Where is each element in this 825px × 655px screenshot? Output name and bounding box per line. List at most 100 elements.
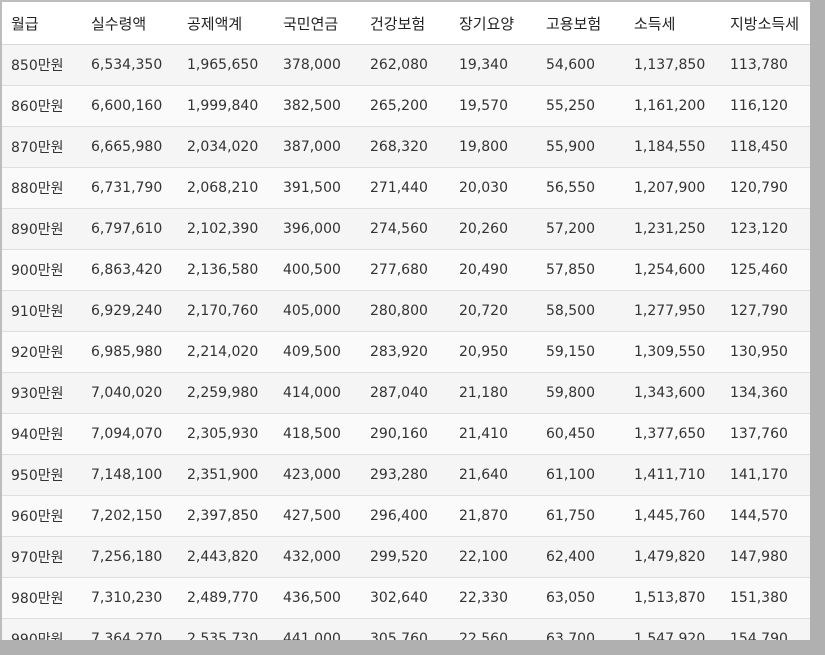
cell-local-income-tax: 154,790 — [721, 618, 810, 640]
cell-net-pay: 7,364,270 — [82, 618, 178, 640]
cell-income-tax: 1,479,820 — [625, 536, 721, 578]
cell-long-term-care: 21,870 — [450, 495, 537, 537]
column-header-income-tax: 소득세 — [625, 2, 721, 45]
cell-employment-insurance: 59,800 — [537, 372, 625, 414]
cell-total-deduction: 2,535,730 — [178, 618, 274, 640]
cell-total-deduction: 1,999,840 — [178, 85, 274, 127]
cell-income-tax: 1,137,850 — [625, 44, 721, 86]
cell-income-tax: 1,547,920 — [625, 618, 721, 640]
screenshot-frame: 월급 실수령액 공제액계 국민연금 건강보험 장기요양 고용보험 소득세 지방소득세 850만원… — [0, 0, 825, 655]
cell-employment-insurance: 59,150 — [537, 331, 625, 373]
cell-net-pay: 6,731,790 — [82, 167, 178, 209]
column-header-salary: 월급 — [2, 2, 82, 45]
cell-salary: 870만원 — [2, 126, 82, 168]
cell-employment-insurance: 56,550 — [537, 167, 625, 209]
column-header-local-income-tax: 지방소득세 — [721, 2, 810, 45]
cell-income-tax: 1,445,760 — [625, 495, 721, 537]
cell-income-tax: 1,343,600 — [625, 372, 721, 414]
cell-national-pension: 405,000 — [274, 290, 361, 332]
cell-total-deduction: 2,397,850 — [178, 495, 274, 537]
cell-net-pay: 7,040,020 — [82, 372, 178, 414]
table-row: 890만원 6,797,610 2,102,390 396,000 274,560 20,… — [2, 208, 810, 250]
cell-health-insurance: 293,280 — [361, 454, 450, 496]
cell-local-income-tax: 123,120 — [721, 208, 810, 250]
cell-long-term-care: 19,340 — [450, 44, 537, 86]
cell-national-pension: 436,500 — [274, 577, 361, 619]
cell-employment-insurance: 63,700 — [537, 618, 625, 640]
cell-local-income-tax: 116,120 — [721, 85, 810, 127]
table-header-row: 월급 실수령액 공제액계 국민연금 건강보험 장기요양 고용보험 소득세 지방소득세 — [2, 2, 810, 45]
table-header: 월급 실수령액 공제액계 국민연금 건강보험 장기요양 고용보험 소득세 지방소득세 — [2, 2, 810, 45]
cell-employment-insurance: 57,850 — [537, 249, 625, 291]
cell-health-insurance: 287,040 — [361, 372, 450, 414]
cell-net-pay: 7,094,070 — [82, 413, 178, 455]
cell-health-insurance: 262,080 — [361, 44, 450, 86]
cell-long-term-care: 22,560 — [450, 618, 537, 640]
cell-income-tax: 1,377,650 — [625, 413, 721, 455]
table-row: 870만원 6,665,980 2,034,020 387,000 268,320 19,… — [2, 126, 810, 168]
cell-employment-insurance: 54,600 — [537, 44, 625, 86]
cell-total-deduction: 2,034,020 — [178, 126, 274, 168]
cell-local-income-tax: 151,380 — [721, 577, 810, 619]
cell-total-deduction: 2,214,020 — [178, 331, 274, 373]
table-body: 850만원 6,534,350 1,965,650 378,000 262,080 19,… — [2, 44, 810, 640]
table-row: 980만원 7,310,230 2,489,770 436,500 302,640 22,… — [2, 577, 810, 619]
cell-long-term-care: 21,640 — [450, 454, 537, 496]
cell-long-term-care: 20,950 — [450, 331, 537, 373]
cell-health-insurance: 299,520 — [361, 536, 450, 578]
cell-health-insurance: 302,640 — [361, 577, 450, 619]
cell-national-pension: 387,000 — [274, 126, 361, 168]
cell-income-tax: 1,411,710 — [625, 454, 721, 496]
salary-deduction-table: 월급 실수령액 공제액계 국민연금 건강보험 장기요양 고용보험 소득세 지방소득세 850만원… — [2, 2, 810, 640]
table-row: 940만원 7,094,070 2,305,930 418,500 290,160 21,… — [2, 413, 810, 455]
cell-local-income-tax: 144,570 — [721, 495, 810, 537]
cell-salary: 930만원 — [2, 372, 82, 414]
column-header-employment-insurance: 고용보험 — [537, 2, 625, 45]
cell-total-deduction: 2,136,580 — [178, 249, 274, 291]
cell-net-pay: 6,534,350 — [82, 44, 178, 86]
cell-national-pension: 400,500 — [274, 249, 361, 291]
cell-health-insurance: 268,320 — [361, 126, 450, 168]
cell-net-pay: 7,310,230 — [82, 577, 178, 619]
table-row: 860만원 6,600,160 1,999,840 382,500 265,200 19,… — [2, 85, 810, 127]
cell-total-deduction: 2,443,820 — [178, 536, 274, 578]
cell-employment-insurance: 55,900 — [537, 126, 625, 168]
table-row: 960만원 7,202,150 2,397,850 427,500 296,400 21,… — [2, 495, 810, 537]
table-row: 920만원 6,985,980 2,214,020 409,500 283,920 20,… — [2, 331, 810, 373]
cell-employment-insurance: 61,100 — [537, 454, 625, 496]
cell-total-deduction: 2,259,980 — [178, 372, 274, 414]
cell-income-tax: 1,254,600 — [625, 249, 721, 291]
cell-income-tax: 1,184,550 — [625, 126, 721, 168]
cell-income-tax: 1,309,550 — [625, 331, 721, 373]
cell-salary: 920만원 — [2, 331, 82, 373]
cell-net-pay: 7,202,150 — [82, 495, 178, 537]
cell-net-pay: 6,600,160 — [82, 85, 178, 127]
cell-salary: 990만원 — [2, 618, 82, 640]
cell-health-insurance: 274,560 — [361, 208, 450, 250]
cell-long-term-care: 20,720 — [450, 290, 537, 332]
cell-long-term-care: 22,330 — [450, 577, 537, 619]
table-row: 930만원 7,040,020 2,259,980 414,000 287,040 21,… — [2, 372, 810, 414]
column-header-total-deduction: 공제액계 — [178, 2, 274, 45]
cell-national-pension: 441,000 — [274, 618, 361, 640]
cell-net-pay: 6,985,980 — [82, 331, 178, 373]
cell-national-pension: 414,000 — [274, 372, 361, 414]
table-row: 850만원 6,534,350 1,965,650 378,000 262,080 19,… — [2, 44, 810, 86]
cell-national-pension: 432,000 — [274, 536, 361, 578]
cell-health-insurance: 277,680 — [361, 249, 450, 291]
cell-health-insurance: 271,440 — [361, 167, 450, 209]
right-edge-shadow — [810, 0, 825, 655]
cell-national-pension: 423,000 — [274, 454, 361, 496]
cell-local-income-tax: 147,980 — [721, 536, 810, 578]
cell-salary: 940만원 — [2, 413, 82, 455]
cell-total-deduction: 2,170,760 — [178, 290, 274, 332]
cell-salary: 950만원 — [2, 454, 82, 496]
cell-national-pension: 378,000 — [274, 44, 361, 86]
cell-employment-insurance: 58,500 — [537, 290, 625, 332]
cell-employment-insurance: 60,450 — [537, 413, 625, 455]
cell-long-term-care: 20,490 — [450, 249, 537, 291]
cell-employment-insurance: 55,250 — [537, 85, 625, 127]
cell-local-income-tax: 120,790 — [721, 167, 810, 209]
cell-total-deduction: 2,489,770 — [178, 577, 274, 619]
cell-total-deduction: 2,068,210 — [178, 167, 274, 209]
